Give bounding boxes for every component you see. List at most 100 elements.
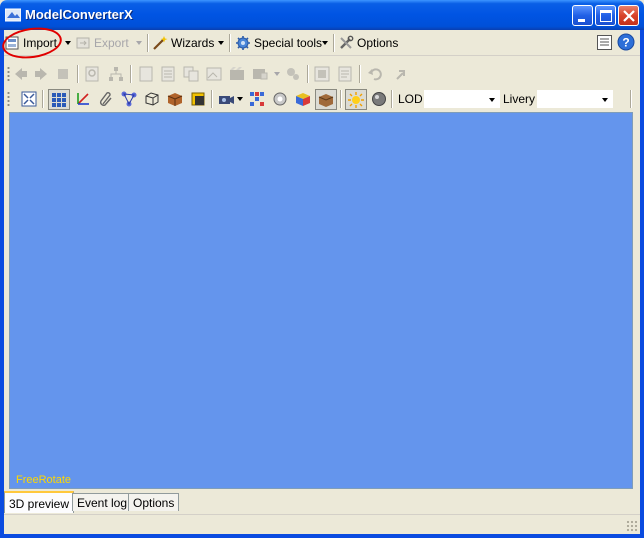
chevron-down-icon bbox=[489, 98, 495, 102]
camera-icon[interactable] bbox=[217, 90, 235, 108]
zoom-extents-icon[interactable] bbox=[20, 90, 38, 108]
grid-toggle-button[interactable] bbox=[48, 89, 70, 110]
livery-select[interactable] bbox=[537, 90, 613, 108]
bones-icon[interactable] bbox=[120, 90, 138, 108]
tools-icon bbox=[340, 35, 354, 49]
toolbar-grip bbox=[7, 91, 10, 107]
minimize-icon bbox=[578, 19, 585, 22]
tab-options[interactable]: Options bbox=[128, 493, 180, 511]
toolbar-navigation bbox=[4, 62, 640, 86]
toolbar-separator bbox=[340, 90, 342, 108]
title-bar[interactable]: ModelConverterX bbox=[0, 0, 644, 30]
sun-icon bbox=[348, 92, 364, 108]
import-dropdown-arrow[interactable] bbox=[65, 41, 71, 45]
toolbar-separator bbox=[630, 90, 632, 108]
resize-grip[interactable] bbox=[626, 520, 638, 532]
colored-cube-icon[interactable] bbox=[294, 90, 312, 108]
app-icon bbox=[5, 8, 21, 22]
export-icon bbox=[76, 37, 90, 49]
3d-viewport[interactable]: FreeRotate bbox=[9, 112, 633, 489]
hierarchy-icon[interactable] bbox=[107, 65, 125, 83]
gear-icon bbox=[236, 36, 250, 50]
toolbar-separator bbox=[391, 90, 393, 108]
toolbar-separator bbox=[42, 90, 44, 108]
window-title: ModelConverterX bbox=[25, 7, 133, 22]
maximize-button[interactable] bbox=[595, 5, 616, 26]
tab-3d-preview[interactable]: 3D preview bbox=[4, 491, 75, 513]
magic-wand-icon bbox=[153, 36, 168, 50]
maximize-icon bbox=[600, 10, 612, 22]
special-tools-button[interactable]: Special tools bbox=[235, 34, 322, 52]
report-icon[interactable] bbox=[336, 65, 354, 83]
export-label: Export bbox=[94, 36, 129, 50]
menu-toolbar: Import Export Wizards Special tools Opti… bbox=[4, 30, 640, 56]
tab-event-log[interactable]: Event log bbox=[72, 493, 133, 511]
attach-icon[interactable] bbox=[97, 90, 115, 108]
wireframe-icon[interactable] bbox=[143, 90, 161, 108]
lighting-toggle-button[interactable] bbox=[345, 89, 367, 110]
grid-icon bbox=[52, 93, 66, 107]
toolbar-separator bbox=[77, 65, 79, 83]
svg-text:?: ? bbox=[622, 36, 629, 50]
materials-icon[interactable] bbox=[248, 90, 266, 108]
solid-icon[interactable] bbox=[189, 90, 207, 108]
redo-icon[interactable] bbox=[389, 65, 407, 83]
special-tools-dropdown-arrow[interactable] bbox=[322, 41, 328, 45]
image-icon[interactable] bbox=[313, 65, 331, 83]
document-icon[interactable] bbox=[137, 65, 155, 83]
tab-label: Options bbox=[133, 496, 175, 510]
toolbar-separator bbox=[307, 65, 309, 83]
toolbar-grip bbox=[7, 66, 10, 82]
options-label: Options bbox=[357, 36, 399, 50]
animation-icon[interactable] bbox=[228, 65, 246, 83]
toolbar-separator bbox=[359, 65, 361, 83]
livery-label: Livery bbox=[503, 92, 536, 106]
window-frame-bottom bbox=[0, 534, 644, 538]
texture-icon[interactable] bbox=[205, 65, 223, 83]
shaded-toggle-button[interactable] bbox=[315, 89, 337, 110]
camera-dropdown-arrow[interactable] bbox=[237, 97, 243, 101]
search-icon[interactable] bbox=[84, 65, 102, 83]
document-list-icon[interactable] bbox=[159, 65, 177, 83]
minimize-button[interactable] bbox=[572, 5, 593, 26]
import-label: Import bbox=[23, 36, 58, 50]
toolbar-separator bbox=[147, 34, 149, 52]
toolbar-separator bbox=[130, 65, 132, 83]
help-icon[interactable]: ? bbox=[617, 33, 635, 51]
effects-icon[interactable] bbox=[271, 90, 289, 108]
toolbar-separator bbox=[333, 34, 335, 52]
export-dropdown-arrow[interactable] bbox=[136, 41, 142, 45]
environment-sphere-icon[interactable] bbox=[370, 90, 388, 108]
filmstrip-dropdown-arrow[interactable] bbox=[274, 72, 280, 76]
bottom-tabs: 3D preview Event log Options bbox=[4, 489, 640, 513]
wizards-button[interactable]: Wizards bbox=[152, 34, 214, 52]
axes-icon[interactable] bbox=[74, 90, 92, 108]
options-button[interactable]: Options bbox=[338, 34, 398, 52]
status-bar bbox=[4, 514, 640, 534]
about-icon[interactable] bbox=[596, 34, 613, 51]
toolbar-separator bbox=[211, 90, 213, 108]
export-button[interactable]: Export bbox=[75, 34, 129, 52]
stop-icon[interactable] bbox=[54, 65, 72, 83]
wizards-dropdown-arrow[interactable] bbox=[218, 41, 224, 45]
lod-select[interactable] bbox=[424, 90, 500, 108]
undo-icon[interactable] bbox=[366, 65, 384, 83]
camera-mode-label: FreeRotate bbox=[16, 474, 72, 486]
toolbar-separator bbox=[229, 34, 231, 52]
filmstrip-icon[interactable] bbox=[251, 65, 269, 83]
forward-icon[interactable] bbox=[32, 65, 50, 83]
shaded-box-icon bbox=[318, 94, 334, 107]
textured-icon[interactable] bbox=[166, 90, 184, 108]
back-icon[interactable] bbox=[12, 65, 30, 83]
special-tools-label: Special tools bbox=[254, 36, 323, 50]
copy-icon[interactable] bbox=[182, 65, 200, 83]
wizards-label: Wizards bbox=[171, 36, 215, 50]
settings-cog-icon[interactable] bbox=[284, 65, 302, 83]
window-frame-right bbox=[640, 30, 644, 538]
close-icon bbox=[623, 10, 635, 22]
tab-label: Event log bbox=[77, 496, 128, 510]
import-button[interactable]: Import bbox=[4, 34, 57, 52]
tab-label: 3D preview bbox=[9, 497, 70, 511]
chevron-down-icon bbox=[602, 98, 608, 102]
close-button[interactable] bbox=[618, 5, 639, 26]
